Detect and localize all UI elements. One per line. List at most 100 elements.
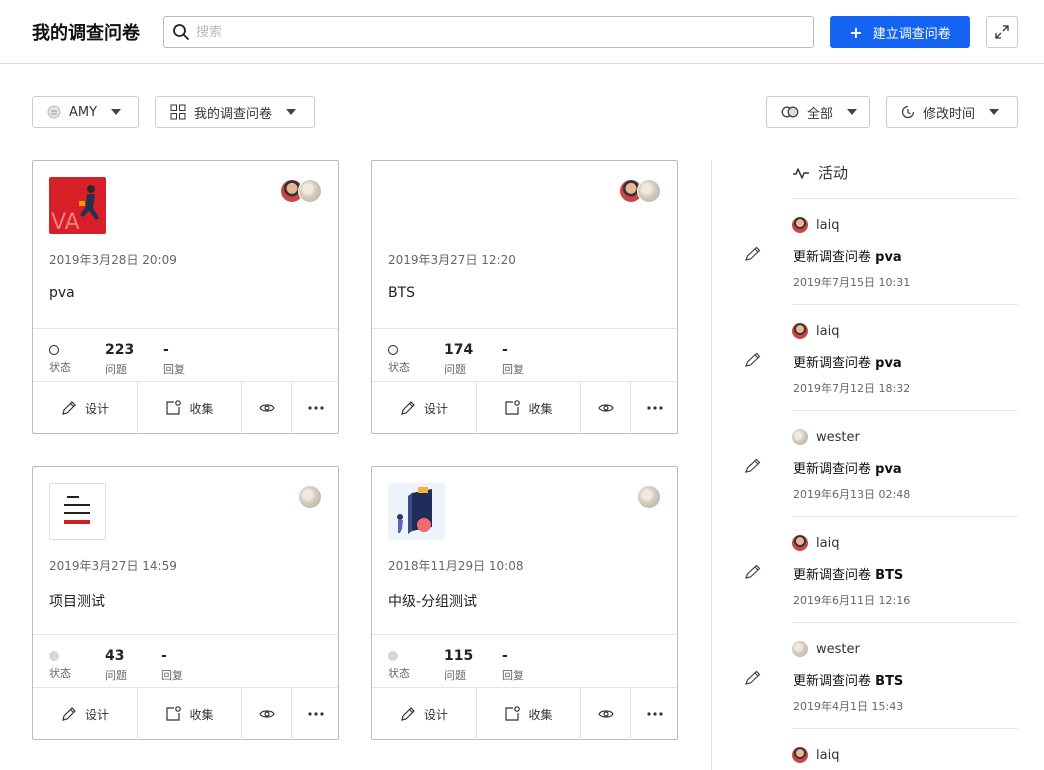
activity-user: laiq [792,323,839,339]
preview-button[interactable] [580,382,630,434]
collect-button[interactable]: 收集 [476,688,580,740]
survey-card[interactable]: VA 2019年3月28日 20:09 pva 状态 223 问题 - 回复 设… [32,160,339,434]
survey-title[interactable]: pva [49,285,75,301]
questions-count: 223 [105,342,135,358]
more-button[interactable] [291,382,340,434]
activity-time: 2019年6月13日 02:48 [793,488,911,501]
scope-dropdown[interactable]: 我的调查问卷 [155,96,315,128]
activity-item[interactable]: laiq 更新调查问卷 BTS 2019年6月11日 12:16 [742,518,1022,618]
create-survey-button[interactable]: + 建立调查问卷 [830,16,970,48]
action-text: 更新调查问卷 [793,674,872,689]
replies-stat: - 回复 [161,647,183,683]
search-box[interactable] [163,16,814,48]
activity-item[interactable]: laiq 更新调查问卷 pva 2019年7月15日 10:31 [742,200,1022,300]
activity-time: 2019年6月11日 12:16 [793,594,911,607]
questions-label: 问题 [105,669,127,682]
questions-stat: 174 问题 [444,341,473,377]
target-survey[interactable]: BTS [875,674,903,689]
card-actions: 设计 收集 [372,382,677,434]
chevron-down-icon [989,109,1000,115]
survey-card[interactable]: 2019年3月27日 12:20 BTS 状态 174 问题 - 回复 设计 收… [371,160,678,434]
collect-button[interactable]: 收集 [137,688,241,740]
pencil-icon [745,564,761,579]
target-survey[interactable]: pva [875,250,902,265]
design-button[interactable]: 设计 [33,382,137,434]
eye-icon [597,710,614,718]
pencil-icon [745,352,761,367]
user-name: laiq [816,747,840,763]
survey-card[interactable]: 2018年11月29日 10:08 中级-分组测试 状态 115 问题 - 回复… [371,466,678,740]
activity-user: wester [792,429,860,445]
activity-title: 活动 [818,164,849,182]
top-bar: 我的调查问卷 + 建立调查问卷 [0,0,1044,64]
status-filter-label: 全部 [807,106,834,122]
collect-label: 收集 [528,707,553,722]
more-button[interactable] [291,688,340,740]
status-stat: 状态 [49,341,71,375]
activity-item[interactable]: laiq [742,730,1022,770]
create-survey-label: 建立调查问卷 [872,26,951,42]
activity-divider [792,516,1018,517]
collect-button[interactable]: 收集 [137,382,241,434]
more-button[interactable] [630,382,679,434]
design-button[interactable]: 设计 [372,688,476,740]
replies-count: - [502,648,508,664]
survey-title[interactable]: 中级-分组测试 [388,591,477,611]
user-name: laiq [816,323,840,339]
avatar [792,429,808,445]
preview-button[interactable] [580,688,630,740]
replies-stat: - 回复 [163,341,185,377]
avatar [792,323,808,339]
preview-button[interactable] [241,382,291,434]
questions-label: 问题 [105,363,127,376]
replies-count: - [161,648,167,664]
status-indicator [49,345,59,355]
design-label: 设计 [423,707,448,722]
expand-button[interactable] [986,16,1018,48]
target-survey[interactable]: pva [875,462,902,477]
survey-title[interactable]: BTS [388,285,415,301]
search-input[interactable] [196,24,796,40]
activity-item[interactable]: laiq 更新调查问卷 pva 2019年7月12日 18:32 [742,306,1022,406]
survey-title[interactable]: 项目测试 [49,591,105,611]
target-survey[interactable]: pva [875,356,902,371]
survey-card[interactable]: 2019年3月27日 14:59 项目测试 状态 43 问题 - 回复 设计 收… [32,466,339,740]
pen-icon [401,401,415,415]
replies-count: - [502,342,508,358]
grid-icon [170,104,186,120]
status-label: 状态 [388,667,410,680]
collect-button[interactable]: 收集 [476,382,580,434]
avatar [792,217,808,233]
activity-divider [792,410,1018,411]
activity-item[interactable]: wester 更新调查问卷 pva 2019年6月13日 02:48 [742,412,1022,512]
target-survey[interactable]: BTS [875,568,903,583]
survey-stats: 状态 223 问题 - 回复 [33,328,338,382]
avatar [637,485,661,509]
questions-count: 115 [444,648,474,664]
svg-text:VA: VA [51,210,80,234]
sort-dropdown[interactable]: 修改时间 [886,96,1018,128]
design-button[interactable]: 设计 [372,382,476,434]
survey-thumbnail [388,483,445,540]
design-label: 设计 [84,401,109,416]
activity-divider [792,198,1018,199]
preview-button[interactable] [241,688,291,740]
chevron-down-icon [847,109,857,115]
pencil-icon [745,246,761,261]
collect-icon [505,706,521,721]
avatar [792,641,808,657]
activity-item[interactable]: wester 更新调查问卷 BTS 2019年4月1日 15:43 [742,624,1022,724]
status-label: 状态 [49,361,71,374]
more-icon [647,406,663,410]
collaborator-avatars [637,485,661,509]
team-dropdown[interactable]: AMY [32,96,139,128]
collect-label: 收集 [189,401,214,416]
collect-icon [505,400,521,415]
activity-message: 更新调查问卷 BTS [793,670,903,689]
status-filter-dropdown[interactable]: 全部 [766,96,870,128]
page-title: 我的调查问卷 [32,23,140,44]
design-button[interactable]: 设计 [33,688,137,740]
more-button[interactable] [630,688,679,740]
activity-icon [793,167,809,179]
survey-date: 2019年3月27日 14:59 [49,559,177,573]
